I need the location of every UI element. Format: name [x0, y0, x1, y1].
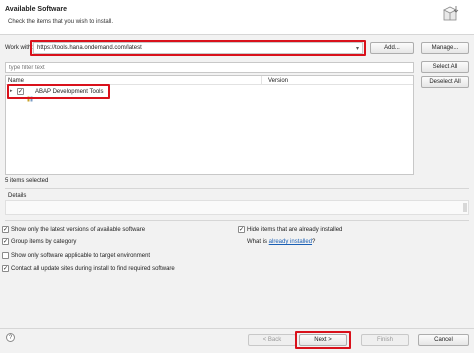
back-button[interactable]: < Back [248, 334, 296, 346]
details-pane [5, 200, 469, 215]
already-installed-info: What is already installed? [247, 239, 315, 245]
contact-sites-label: Contact all update sites during install … [11, 266, 175, 272]
footer-divider [0, 328, 474, 329]
show-applicable-checkbox[interactable] [2, 252, 9, 259]
help-icon[interactable]: ? [6, 333, 15, 342]
page-subtitle: Check the items that you wish to install… [8, 19, 114, 25]
what-is-prefix: What is [247, 239, 269, 245]
show-latest-checkbox[interactable]: ✓ [2, 226, 9, 233]
option-show-latest[interactable]: ✓ Show only the latest versions of avail… [2, 226, 222, 234]
cancel-button[interactable]: Cancel [418, 334, 469, 346]
show-applicable-label: Show only software applicable to target … [11, 253, 151, 259]
deselect-all-button[interactable]: Deselect All [421, 76, 469, 88]
divider [5, 220, 469, 221]
page-title: Available Software [5, 6, 67, 13]
option-contact-sites[interactable]: ✓ Contact all update sites during instal… [2, 265, 222, 273]
column-header-version: Version [268, 78, 289, 84]
add-site-button[interactable]: Add... [370, 42, 414, 54]
selected-count-text: 5 items selected [5, 178, 49, 184]
divider [5, 188, 469, 189]
option-show-applicable[interactable]: Show only software applicable to target … [2, 252, 222, 260]
show-latest-label: Show only the latest versions of availab… [11, 227, 146, 233]
row-highlight [7, 84, 110, 99]
filter-input[interactable] [5, 62, 414, 73]
software-table[interactable]: Name Version ▸ ✓ ABAP Development Tools [5, 75, 414, 175]
work-with-highlight [30, 40, 366, 56]
finish-button[interactable]: Finish [361, 334, 409, 346]
option-hide-installed[interactable]: ✓ Hide items that are already installed [238, 226, 398, 234]
hide-installed-checkbox[interactable]: ✓ [238, 226, 245, 233]
what-is-suffix: ? [312, 239, 316, 245]
next-highlight [295, 331, 351, 349]
group-by-category-checkbox[interactable]: ✓ [2, 238, 9, 245]
already-installed-link[interactable]: already installed [269, 239, 312, 245]
hide-installed-label: Hide items that are already installed [247, 227, 343, 233]
option-group-by-category[interactable]: ✓ Group items by category [2, 238, 222, 246]
contact-sites-checkbox[interactable]: ✓ [2, 265, 9, 272]
work-with-label: Work with: [5, 45, 33, 51]
group-by-category-label: Group items by category [11, 239, 77, 245]
install-package-icon [443, 6, 459, 21]
select-all-button[interactable]: Select All [421, 61, 469, 73]
manage-sites-button[interactable]: Manage... [421, 42, 469, 54]
details-scrollbar[interactable] [463, 203, 467, 212]
wizard-header: Available Software Check the items that … [0, 0, 474, 35]
column-divider [261, 76, 262, 85]
details-label: Details [8, 193, 27, 199]
